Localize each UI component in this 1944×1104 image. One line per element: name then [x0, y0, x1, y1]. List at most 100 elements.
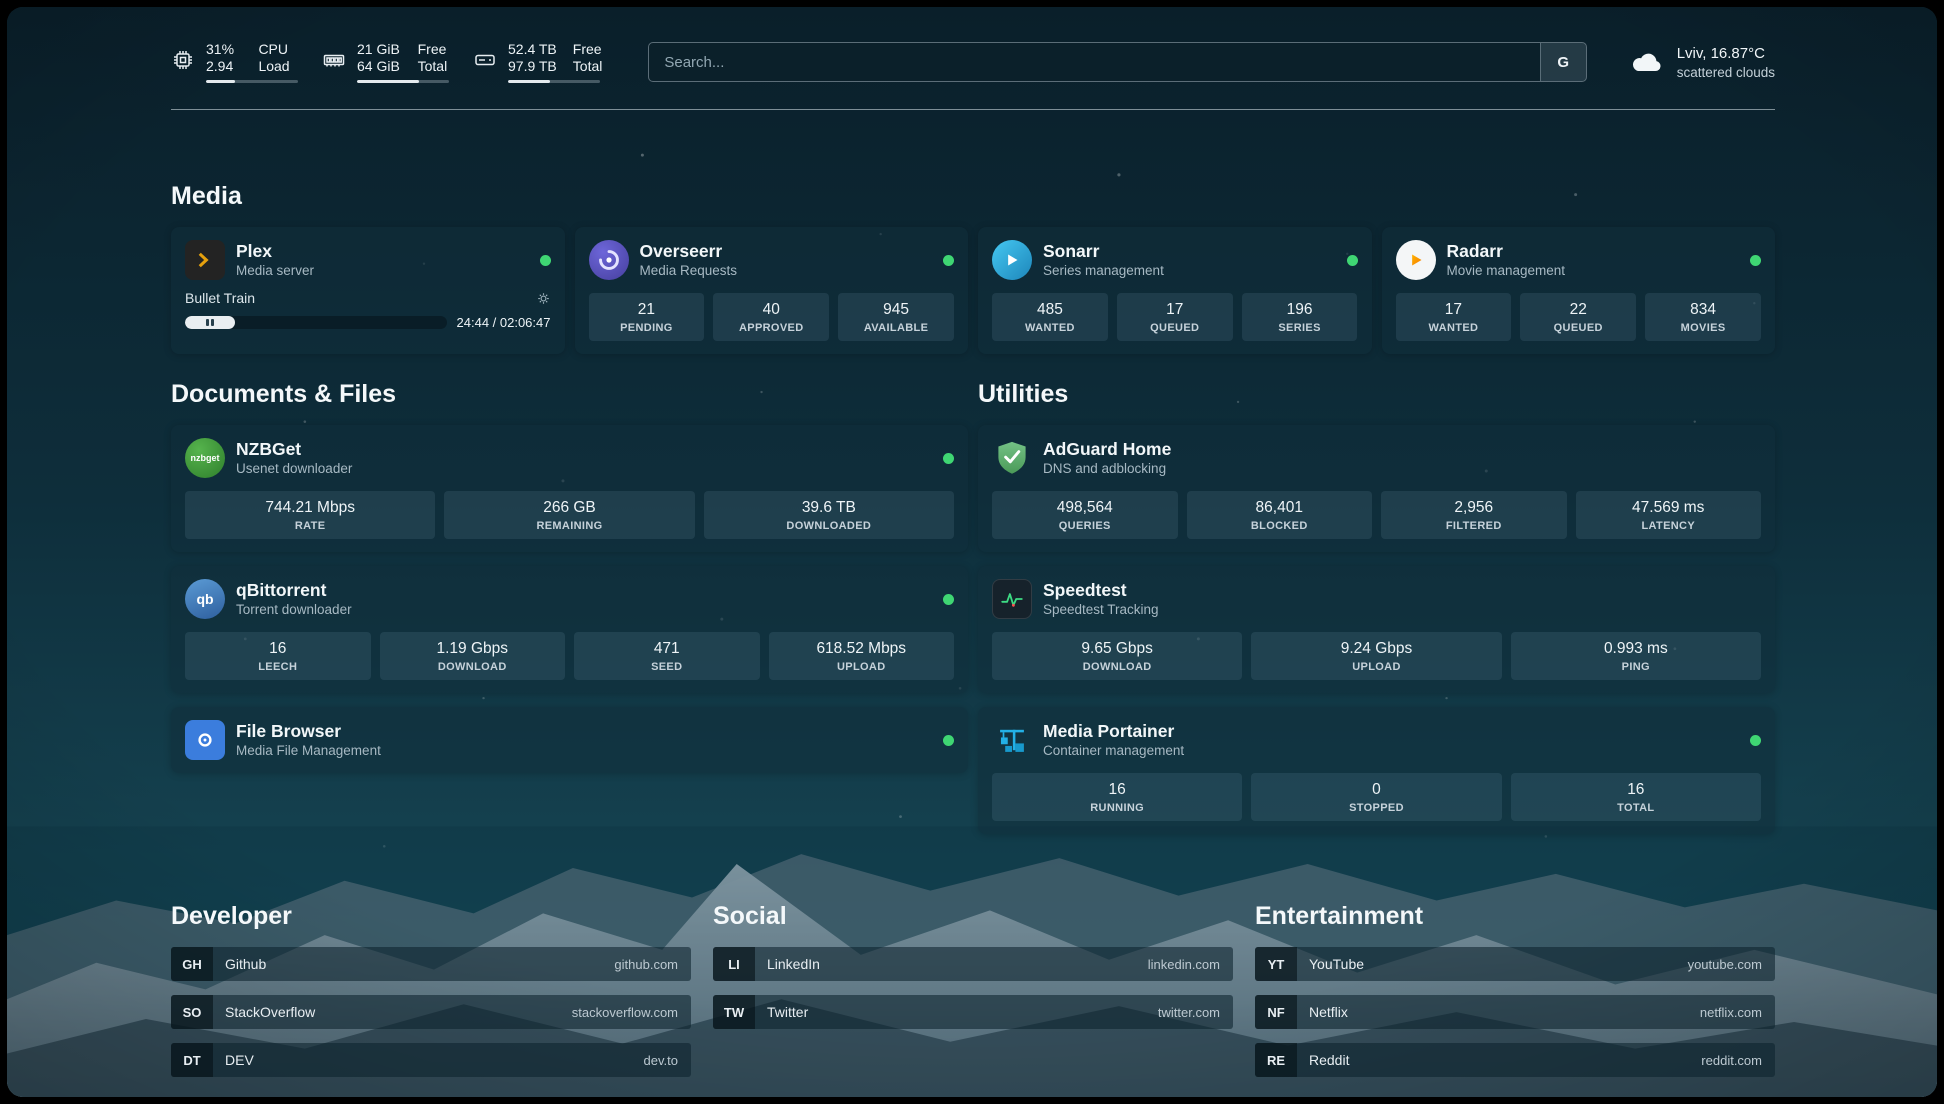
- stat-value: 2,956: [1383, 499, 1565, 517]
- bookmark-stackoverflow[interactable]: SOStackOverflowstackoverflow.com: [171, 995, 691, 1029]
- bookmark-abbr: GH: [171, 947, 213, 981]
- bookmark-dev[interactable]: DT DEV dev.to: [171, 1043, 691, 1077]
- bookmark-reddit[interactable]: RERedditreddit.com: [1255, 1043, 1775, 1077]
- stat-box: 834MOVIES: [1645, 293, 1761, 341]
- now-playing-title: Bullet Train: [185, 290, 255, 306]
- stat-label: AVAILABLE: [840, 322, 952, 334]
- cpu-load-value: 2.94: [206, 58, 242, 75]
- disk-free-label: Free: [573, 41, 603, 58]
- ram-icon: [322, 48, 346, 72]
- stat-box: 9.65 GbpsDOWNLOAD: [992, 632, 1242, 680]
- stat-box: 16RUNNING: [992, 773, 1242, 821]
- stat-box: 196SERIES: [1242, 293, 1358, 341]
- developer-section-title: Developer: [171, 902, 691, 931]
- bookmark-domain: dev.to: [644, 1053, 691, 1068]
- card-adguard[interactable]: AdGuard Home DNS and adblocking 498,564Q…: [978, 425, 1775, 552]
- card-portainer[interactable]: Media Portainer Container management 16R…: [978, 707, 1775, 834]
- bookmark-abbr: YT: [1255, 947, 1297, 981]
- stat-box: 17 QUEUED: [1117, 293, 1233, 341]
- stat-value: 945: [840, 301, 952, 319]
- bookmark-domain: stackoverflow.com: [572, 1005, 691, 1020]
- card-speedtest[interactable]: Speedtest Speedtest Tracking 9.65 GbpsDO…: [978, 566, 1775, 693]
- sonarr-subtitle: Series management: [1043, 263, 1164, 278]
- qbittorrent-icon: qb: [185, 579, 225, 619]
- stat-label: REMAINING: [446, 520, 692, 532]
- svg-text:qb: qb: [196, 591, 213, 607]
- bookmark-twitter[interactable]: TWTwittertwitter.com: [713, 995, 1233, 1029]
- bookmark-github[interactable]: GHGithubgithub.com: [171, 947, 691, 981]
- bookmark-netflix[interactable]: NFNetflixnetflix.com: [1255, 995, 1775, 1029]
- filebrowser-icon: [185, 720, 225, 760]
- section-documents: Documents & Files nzbget NZBGet Usenet d…: [171, 380, 968, 848]
- bookmarks-developer: Developer GHGithubgithub.comSOStackOverf…: [171, 902, 691, 1091]
- ram-total-value: 64 GiB: [357, 58, 402, 75]
- playback-time: 24:44 / 02:06:47: [457, 315, 551, 330]
- stat-label: UPLOAD: [771, 661, 953, 673]
- ram-total-label: Total: [418, 58, 449, 75]
- ram-free-label: Free: [418, 41, 449, 58]
- search-input[interactable]: [649, 43, 1539, 81]
- weather-condition: scattered clouds: [1677, 65, 1775, 80]
- stat-label: QUEUED: [1119, 322, 1231, 334]
- stat-label: TOTAL: [1513, 802, 1759, 814]
- bookmark-name: Github: [225, 956, 266, 972]
- stat-box: 86,401BLOCKED: [1187, 491, 1373, 539]
- adguard-subtitle: DNS and adblocking: [1043, 461, 1171, 476]
- nzbget-name: NZBGet: [236, 440, 352, 460]
- stat-value: 17: [1119, 301, 1231, 319]
- bookmark-name: DEV: [225, 1052, 254, 1068]
- filebrowser-status-dot: [943, 735, 954, 746]
- portainer-subtitle: Container management: [1043, 743, 1184, 758]
- utilities-section-title: Utilities: [978, 380, 1775, 409]
- adguard-name: AdGuard Home: [1043, 440, 1171, 460]
- stat-value: 1.19 Gbps: [382, 640, 564, 658]
- stat-box: 40APPROVED: [713, 293, 829, 341]
- filebrowser-subtitle: Media File Management: [236, 743, 381, 758]
- gear-icon[interactable]: [536, 291, 551, 306]
- sonarr-name: Sonarr: [1043, 242, 1164, 262]
- stat-box: 0STOPPED: [1251, 773, 1501, 821]
- card-filebrowser[interactable]: File Browser Media File Management: [171, 707, 968, 773]
- documents-section-title: Documents & Files: [171, 380, 968, 409]
- pause-button[interactable]: [206, 319, 214, 326]
- bookmark-abbr: RE: [1255, 1043, 1297, 1077]
- card-overseerr[interactable]: Overseerr Media Requests 21PENDING40APPR…: [575, 227, 969, 354]
- stat-value: 618.52 Mbps: [771, 640, 953, 658]
- plex-subtitle: Media server: [236, 263, 314, 278]
- card-sonarr[interactable]: Sonarr Series management 485WANTED17QUEU…: [978, 227, 1372, 354]
- cpu-widget: 31% CPU 2.94 Load: [171, 41, 298, 83]
- card-qbittorrent[interactable]: qb qBittorrent Torrent downloader 16LEEC…: [171, 566, 968, 693]
- weather-location: Lviv, 16.87°C: [1677, 45, 1775, 62]
- stat-label: FILTERED: [1383, 520, 1565, 532]
- stat-label: RATE: [187, 520, 433, 532]
- stat-value: 9.24 Gbps: [1253, 640, 1499, 658]
- bookmark-abbr: LI: [713, 947, 755, 981]
- bookmark-abbr: DT: [171, 1043, 213, 1077]
- bookmarks-entertainment: Entertainment YTYouTubeyoutube.comNFNetf…: [1255, 902, 1775, 1091]
- stat-box: 21PENDING: [589, 293, 705, 341]
- stat-value: 16: [994, 781, 1240, 799]
- nzbget-status-dot: [943, 453, 954, 464]
- stat-box: 1.19 GbpsDOWNLOAD: [380, 632, 566, 680]
- bookmark-youtube[interactable]: YTYouTubeyoutube.com: [1255, 947, 1775, 981]
- stat-box: 16TOTAL: [1511, 773, 1761, 821]
- stat-value: 47.569 ms: [1578, 499, 1760, 517]
- stat-label: UPLOAD: [1253, 661, 1499, 673]
- overseerr-status-dot: [943, 255, 954, 266]
- card-plex[interactable]: Plex Media server Bullet Train: [171, 227, 565, 354]
- card-radarr[interactable]: Radarr Movie management 17WANTED22QUEUED…: [1382, 227, 1776, 354]
- stat-value: 21: [591, 301, 703, 319]
- stat-box: 22QUEUED: [1520, 293, 1636, 341]
- qbittorrent-name: qBittorrent: [236, 581, 352, 601]
- svg-text:nzbget: nzbget: [191, 453, 220, 463]
- disk-total-label: Total: [573, 58, 603, 75]
- card-nzbget[interactable]: nzbget NZBGet Usenet downloader 744.21 M…: [171, 425, 968, 552]
- portainer-name: Media Portainer: [1043, 722, 1184, 742]
- stat-label: SEED: [576, 661, 758, 673]
- bookmark-domain: reddit.com: [1701, 1053, 1775, 1068]
- weather-widget: Lviv, 16.87°C scattered clouds: [1629, 45, 1775, 80]
- search-provider-button[interactable]: G: [1540, 43, 1586, 81]
- bookmark-linkedin[interactable]: LILinkedInlinkedin.com: [713, 947, 1233, 981]
- nzbget-icon: nzbget: [185, 438, 225, 478]
- disk-progress-bar: [508, 80, 600, 83]
